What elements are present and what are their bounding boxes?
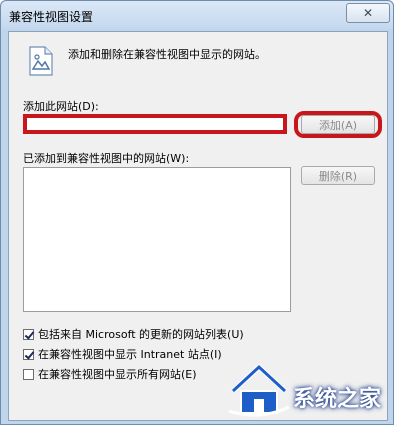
option-intranet-sites[interactable]: 在兼容性视图中显示 Intranet 站点(I) xyxy=(23,346,222,362)
close-icon: ✕ xyxy=(362,6,374,20)
checkbox-include-microsoft-list[interactable] xyxy=(23,328,34,340)
dialog-description: 添加和删除在兼容性视图中显示的网站。 xyxy=(68,48,266,61)
watermark-text: 系统之家 xyxy=(293,387,382,412)
dialog-title: 兼容性视图设置 xyxy=(9,10,94,24)
watermark: 系统之家 xyxy=(227,361,391,421)
checkbox-intranet-sites[interactable] xyxy=(23,348,34,360)
checkbox-all-sites[interactable] xyxy=(23,368,34,380)
title-bar[interactable]: 兼容性视图设置 ✕ xyxy=(1,1,393,29)
close-button[interactable]: ✕ xyxy=(346,3,390,23)
add-button[interactable]: 添加(A) xyxy=(301,115,375,134)
remove-button[interactable]: 删除(R) xyxy=(301,166,375,185)
option-label: 在兼容性视图中显示所有网站(E) xyxy=(38,368,197,381)
added-sites-label: 已添加到兼容性视图中的网站(W): xyxy=(23,152,190,165)
compatibility-view-dialog: 兼容性视图设置 ✕ 添加和删除在兼容性视图中显示的网站。 添加此网站(D): 添… xyxy=(0,0,394,425)
add-site-input[interactable] xyxy=(23,114,287,134)
added-sites-list[interactable] xyxy=(23,167,291,312)
option-include-microsoft-list[interactable]: 包括来自 Microsoft 的更新的网站列表(U) xyxy=(23,326,244,342)
house-logo-icon xyxy=(228,363,290,417)
webpage-icon xyxy=(29,46,53,76)
option-all-sites[interactable]: 在兼容性视图中显示所有网站(E) xyxy=(23,366,197,382)
option-label: 包括来自 Microsoft 的更新的网站列表(U) xyxy=(38,328,244,341)
option-label: 在兼容性视图中显示 Intranet 站点(I) xyxy=(38,348,222,361)
add-site-label: 添加此网站(D): xyxy=(23,100,99,113)
